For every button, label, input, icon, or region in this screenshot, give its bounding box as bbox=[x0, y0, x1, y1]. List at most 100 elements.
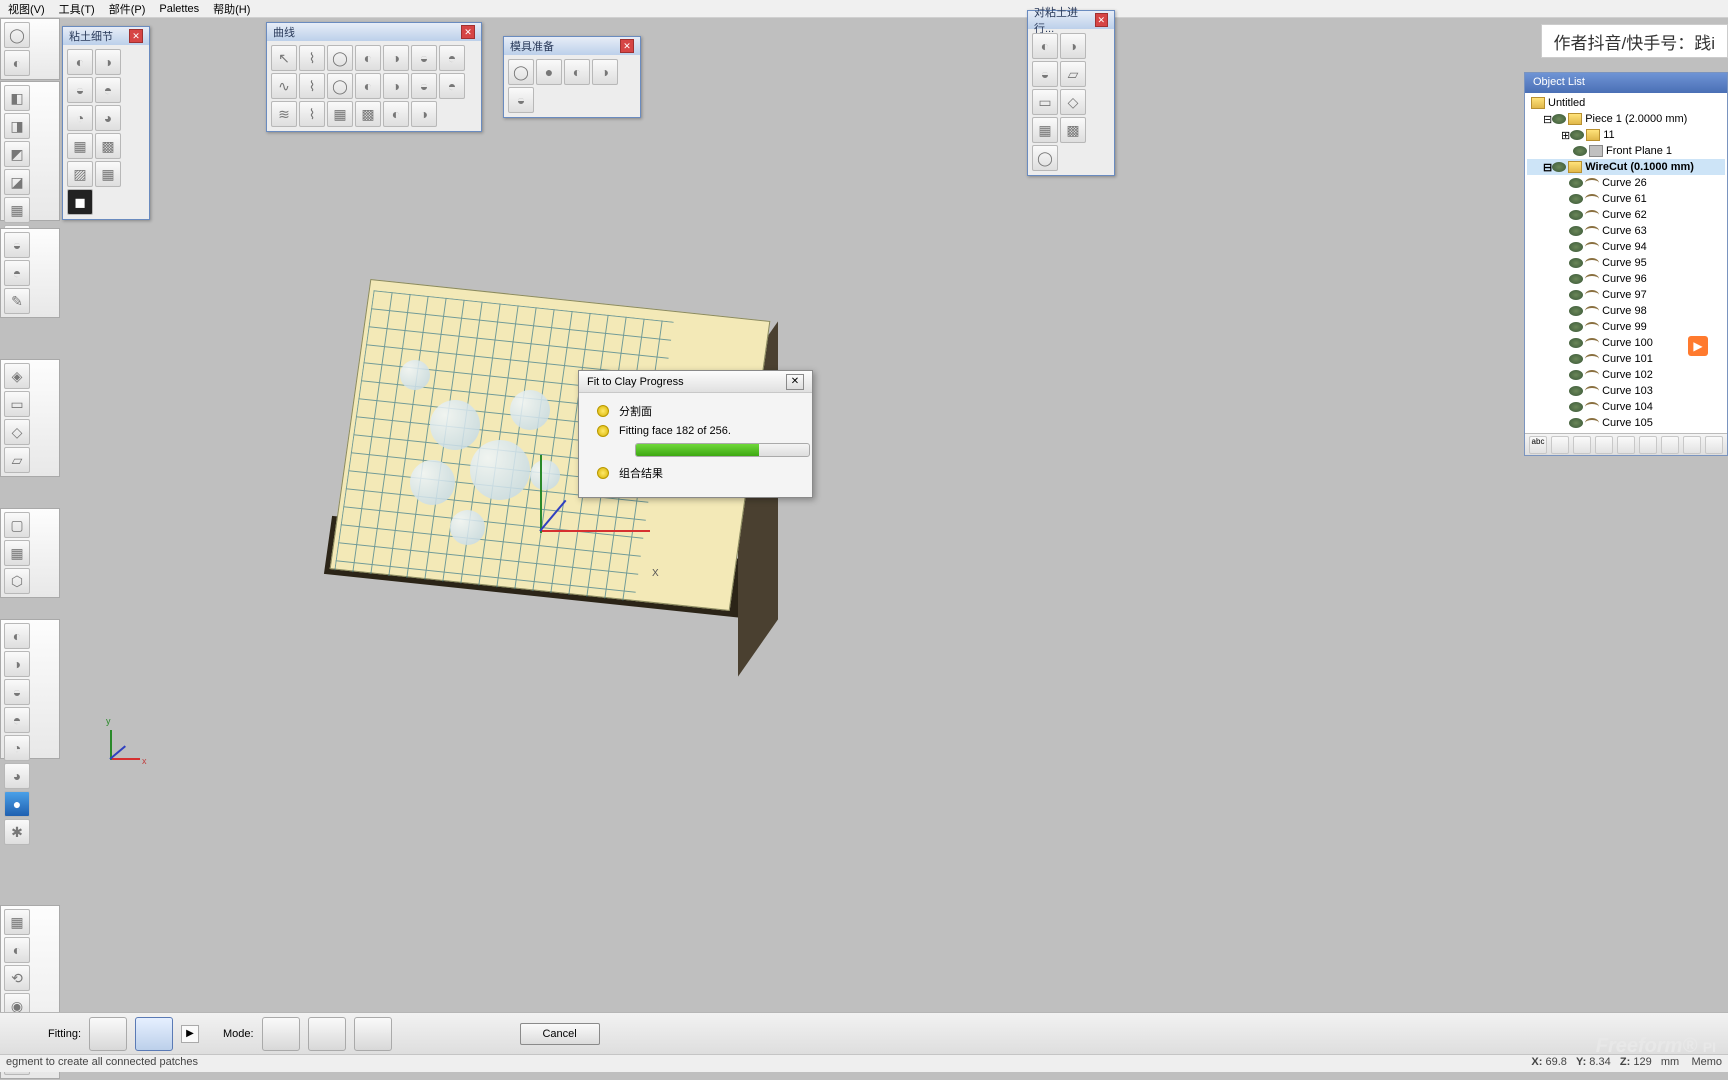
eye-icon[interactable] bbox=[1569, 274, 1583, 284]
tool-btn[interactable]: ⌇ bbox=[299, 45, 325, 71]
tree-curve-item[interactable]: Curve 94 bbox=[1527, 239, 1725, 255]
eye-icon[interactable] bbox=[1569, 370, 1583, 380]
tool-btn[interactable]: ◑ bbox=[383, 73, 409, 99]
tb-rename-icon[interactable]: abc bbox=[1529, 436, 1547, 454]
tool-btn[interactable]: ◕ bbox=[95, 105, 121, 131]
tool-btn[interactable]: ✎ bbox=[4, 288, 30, 314]
eye-icon[interactable] bbox=[1552, 162, 1566, 172]
tool-btn[interactable]: ▦ bbox=[4, 909, 30, 935]
tool-btn[interactable]: ⟲ bbox=[4, 965, 30, 991]
tb-icon[interactable] bbox=[1551, 436, 1569, 454]
tool-btn[interactable]: ◒ bbox=[4, 232, 30, 258]
tree-curve-item[interactable]: Curve 62 bbox=[1527, 207, 1725, 223]
fitting-mode-1[interactable] bbox=[89, 1017, 127, 1051]
tool-btn[interactable]: ▢ bbox=[4, 512, 30, 538]
mode-1[interactable] bbox=[262, 1017, 300, 1051]
tool-btn[interactable]: ◑ bbox=[4, 651, 30, 677]
eye-icon[interactable] bbox=[1569, 402, 1583, 412]
tool-btn[interactable]: ◩ bbox=[4, 141, 30, 167]
eye-icon[interactable] bbox=[1569, 178, 1583, 188]
tree-curve-item[interactable]: Curve 63 bbox=[1527, 223, 1725, 239]
tool-btn[interactable]: ◒ bbox=[411, 73, 437, 99]
tool-btn[interactable]: ◔ bbox=[4, 735, 30, 761]
tool-btn[interactable]: ◯ bbox=[4, 22, 30, 48]
tool-btn[interactable]: ◐ bbox=[564, 59, 590, 85]
tool-btn[interactable]: ▦ bbox=[327, 101, 353, 127]
eye-icon[interactable] bbox=[1569, 306, 1583, 316]
tool-btn[interactable]: ◇ bbox=[1060, 89, 1086, 115]
tool-btn[interactable]: ◒ bbox=[508, 87, 534, 113]
tool-btn[interactable]: ◐ bbox=[355, 73, 381, 99]
tool-btn[interactable]: ◓ bbox=[439, 45, 465, 71]
close-icon[interactable]: ✕ bbox=[786, 374, 804, 390]
eye-icon[interactable] bbox=[1569, 194, 1583, 204]
tool-btn[interactable]: ▩ bbox=[355, 101, 381, 127]
tool-btn[interactable]: ◧ bbox=[4, 85, 30, 111]
tool-btn[interactable]: ◯ bbox=[327, 73, 353, 99]
eye-icon[interactable] bbox=[1569, 290, 1583, 300]
eye-icon[interactable] bbox=[1573, 146, 1587, 156]
tree-piece[interactable]: ⊟ Piece 1 (2.0000 mm) bbox=[1527, 111, 1725, 127]
tree-item[interactable]: Front Plane 1 bbox=[1527, 143, 1725, 159]
tool-btn[interactable]: ▦ bbox=[4, 197, 30, 223]
tool-btn[interactable]: ◑ bbox=[592, 59, 618, 85]
tool-btn[interactable]: ▦ bbox=[1032, 117, 1058, 143]
eye-icon[interactable] bbox=[1569, 338, 1583, 348]
tool-btn[interactable]: ▦ bbox=[67, 133, 93, 159]
tree-curve-item[interactable]: Curve 103 bbox=[1527, 383, 1725, 399]
tool-btn[interactable]: ◓ bbox=[95, 77, 121, 103]
tool-btn[interactable]: ◇ bbox=[4, 419, 30, 445]
close-icon[interactable]: ✕ bbox=[129, 29, 143, 43]
tool-btn[interactable]: ◪ bbox=[4, 169, 30, 195]
tool-btn[interactable]: ▩ bbox=[95, 133, 121, 159]
tool-btn[interactable]: ▨ bbox=[67, 161, 93, 187]
tb-icon[interactable] bbox=[1639, 436, 1657, 454]
tool-btn[interactable]: ◐ bbox=[4, 937, 30, 963]
tree-curve-item[interactable]: Curve 95 bbox=[1527, 255, 1725, 271]
menu-palettes[interactable]: Palettes bbox=[159, 3, 199, 15]
tool-btn[interactable]: ◓ bbox=[4, 707, 30, 733]
eye-icon[interactable] bbox=[1569, 386, 1583, 396]
tool-btn[interactable]: ◐ bbox=[1032, 33, 1058, 59]
tool-btn[interactable]: ◐ bbox=[4, 623, 30, 649]
tool-btn[interactable]: ⬡ bbox=[4, 568, 30, 594]
tool-btn[interactable]: ▱ bbox=[4, 447, 30, 473]
close-icon[interactable]: ✕ bbox=[620, 39, 634, 53]
fitting-mode-2[interactable] bbox=[135, 1017, 173, 1051]
menu-help[interactable]: 帮助(H) bbox=[213, 1, 250, 17]
eye-icon[interactable] bbox=[1570, 130, 1584, 140]
menu-view[interactable]: 视图(V) bbox=[8, 1, 45, 17]
tool-btn[interactable]: ◒ bbox=[4, 679, 30, 705]
tool-btn[interactable]: ∿ bbox=[271, 73, 297, 99]
menu-tools[interactable]: 工具(T) bbox=[59, 1, 95, 17]
tb-search-icon[interactable] bbox=[1705, 436, 1723, 454]
tb-icon[interactable] bbox=[1595, 436, 1613, 454]
eye-icon[interactable] bbox=[1569, 258, 1583, 268]
tool-btn[interactable]: ↖ bbox=[271, 45, 297, 71]
menu-parts[interactable]: 部件(P) bbox=[109, 1, 146, 17]
tool-btn[interactable]: ◑ bbox=[383, 45, 409, 71]
tool-btn[interactable]: ◐ bbox=[383, 101, 409, 127]
tool-btn[interactable]: ◒ bbox=[411, 45, 437, 71]
tree-curve-item[interactable]: Curve 96 bbox=[1527, 271, 1725, 287]
tool-btn[interactable]: ▩ bbox=[1060, 117, 1086, 143]
app-badge-icon[interactable]: ▶ bbox=[1688, 336, 1708, 356]
eye-icon[interactable] bbox=[1569, 354, 1583, 364]
eye-icon[interactable] bbox=[1569, 226, 1583, 236]
eye-icon[interactable] bbox=[1552, 114, 1566, 124]
eye-icon[interactable] bbox=[1569, 322, 1583, 332]
tree-item[interactable]: ⊞ 11 bbox=[1527, 127, 1725, 143]
play-button[interactable]: ▶ bbox=[181, 1025, 199, 1043]
tool-btn[interactable]: ▦ bbox=[95, 161, 121, 187]
tool-btn[interactable]: ◑ bbox=[411, 101, 437, 127]
tool-btn[interactable]: ◑ bbox=[1060, 33, 1086, 59]
eye-icon[interactable] bbox=[1569, 242, 1583, 252]
object-tree[interactable]: Untitled ⊟ Piece 1 (2.0000 mm) ⊞ 11 Fron… bbox=[1525, 93, 1727, 433]
tree-wirecut[interactable]: ⊟ WireCut (0.1000 mm) bbox=[1527, 159, 1725, 175]
tool-btn[interactable]: ▭ bbox=[4, 391, 30, 417]
tree-curve-item[interactable]: Curve 26 bbox=[1527, 175, 1725, 191]
tree-curve-item[interactable]: Curve 102 bbox=[1527, 367, 1725, 383]
tool-btn[interactable]: ▦ bbox=[4, 540, 30, 566]
cancel-button[interactable]: Cancel bbox=[520, 1023, 600, 1045]
eye-icon[interactable] bbox=[1569, 210, 1583, 220]
